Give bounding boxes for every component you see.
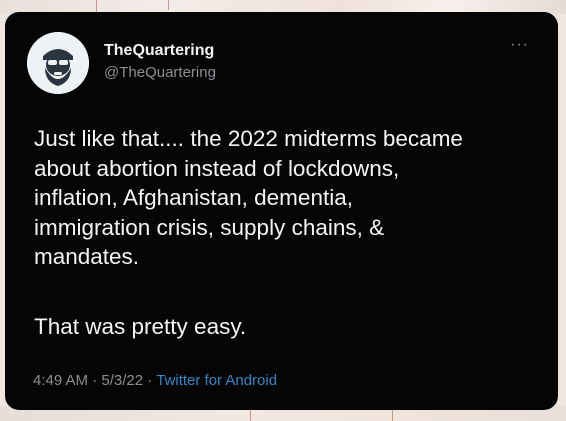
display-name[interactable]: TheQuartering [104,42,214,60]
tweet-text-second-paragraph: That was pretty easy. [34,314,247,339]
tweet-source-link[interactable]: Twitter for Android [156,372,277,389]
avatar-bearded-man-icon [27,32,89,94]
tweet-date[interactable]: 5/3/22 [101,372,143,389]
avatar[interactable] [27,32,89,94]
background-line [168,0,169,10]
tweet-time[interactable]: 4:49 AM [33,372,88,389]
user-handle[interactable]: @TheQuartering [104,64,216,81]
tweet-text: Just like that.... the 2022 midterms bec… [34,126,463,269]
meta-separator: · [147,372,153,389]
tweet-metadata: 4:49 AM · 5/3/22 · Twitter for Android [33,372,277,389]
meta-separator: · [92,372,98,389]
more-options-icon[interactable]: ··· [510,36,536,54]
